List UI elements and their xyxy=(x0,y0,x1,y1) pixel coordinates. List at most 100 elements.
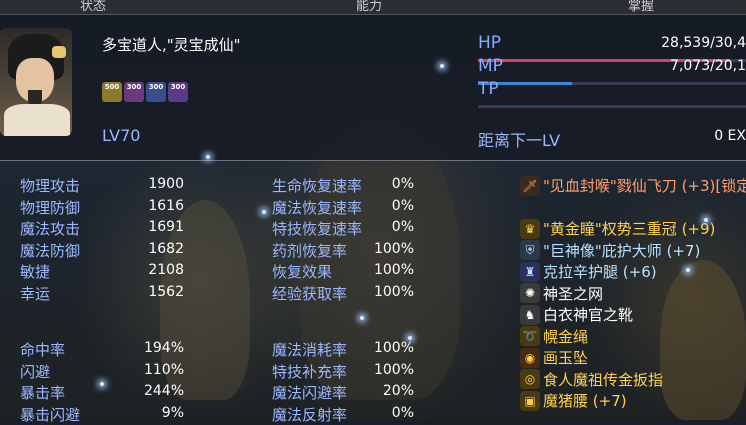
stat-label: 物理攻击 xyxy=(20,177,81,195)
stat-label: 恢复效果 xyxy=(272,263,333,281)
ring-icon: ◎ xyxy=(520,369,540,389)
stat-row: 恢复效果 100% xyxy=(272,261,414,282)
hp-label: HP xyxy=(478,33,502,53)
stat-value: 0% xyxy=(391,404,414,421)
stat-value: 244% xyxy=(143,383,184,399)
character-name: 多宝道人,"灵宝成仙" xyxy=(102,36,241,54)
sparkle xyxy=(440,64,444,68)
stat-value: 1900 xyxy=(148,176,184,192)
stat-label: 闪避 xyxy=(20,362,51,381)
equipment-slot[interactable]: ✺ 神圣之网 xyxy=(520,283,603,304)
dagger-icon: 🗡 xyxy=(520,175,540,196)
stat-label: 魔法消耗率 xyxy=(272,341,348,359)
net-icon: ✺ xyxy=(520,283,540,303)
equipment-name: "巨神像"庇护大师 (+7) xyxy=(543,241,701,260)
stat-value: 1562 xyxy=(148,283,184,300)
exp-label: 距离下一LV xyxy=(478,131,561,150)
stat-label: 命中率 xyxy=(20,341,66,359)
stat-row: 特技恢复速率 0% xyxy=(272,218,414,239)
stat-row: 暴击率 244% xyxy=(20,382,184,403)
stat-label: 暴击闪避 xyxy=(20,405,81,424)
stat-label: 魔法防御 xyxy=(20,241,81,260)
buff-icon[interactable]: 500 xyxy=(102,82,122,102)
equipment-name: "见血封喉"戮仙飞刀 (+3)[锁定] xyxy=(543,177,746,195)
sparkle xyxy=(206,155,210,159)
stat-label: 特技恢复速率 xyxy=(272,220,363,238)
stat-label: 幸运 xyxy=(20,284,51,303)
tab-status[interactable]: 状态 xyxy=(80,0,106,14)
pendant-icon: ◉ xyxy=(520,347,540,368)
stat-value: 100% xyxy=(373,340,414,356)
equipment-slot[interactable]: ♞ 白衣神官之靴 xyxy=(520,304,633,325)
stat-row: 魔法防御 1682 xyxy=(20,240,184,261)
stat-value: 1682 xyxy=(148,240,184,257)
stat-row: 闪避 110% xyxy=(20,361,184,382)
stat-row: 魔法消耗率 100% xyxy=(272,339,414,360)
equipment-name: 幌金绳 xyxy=(543,327,589,346)
equipment-name: 魔猪腰 (+7) xyxy=(543,392,627,410)
stat-value: 100% xyxy=(373,283,414,300)
stat-value: 0% xyxy=(391,197,414,214)
buff-icon[interactable]: 300 xyxy=(168,82,188,102)
stat-label: 经验获取率 xyxy=(272,284,348,303)
stat-label: 药剂恢复率 xyxy=(272,241,348,260)
stat-label: 魔法闪避率 xyxy=(272,384,348,402)
sparkle xyxy=(704,218,708,222)
stat-label: 敏捷 xyxy=(20,263,51,281)
mp-value: 7,073/20,1 xyxy=(670,58,746,74)
crown-icon: ♛ xyxy=(520,218,540,239)
equipment-name: 食人魔祖传金扳指 xyxy=(543,370,664,389)
mp-label: MP xyxy=(478,56,503,76)
stat-value: 110% xyxy=(143,361,184,378)
equipment-slot[interactable]: ⛨ "巨神像"庇护大师 (+7) xyxy=(520,240,700,261)
boots-icon: ♞ xyxy=(520,304,540,325)
equipment-slot[interactable]: ➰ 幌金绳 xyxy=(520,326,588,347)
tab-abilities[interactable]: 能力 xyxy=(356,0,382,14)
stat-value: 100% xyxy=(373,262,414,278)
stat-row: 物理防御 1616 xyxy=(20,197,184,218)
rope-icon: ➰ xyxy=(520,326,540,346)
stat-row: 生命恢复速率 0% xyxy=(272,175,414,196)
belt-icon: ▣ xyxy=(520,390,540,411)
stat-label: 魔法攻击 xyxy=(20,220,81,238)
buff-icon[interactable]: 300 xyxy=(146,82,166,102)
sparkle xyxy=(262,210,266,214)
exp-value: 0 EX xyxy=(714,128,746,144)
equipment-name: 神圣之网 xyxy=(543,284,604,303)
character-level: LV70 xyxy=(102,126,141,145)
equipment-name: 画玉坠 xyxy=(543,349,589,367)
stat-row: 特技补充率 100% xyxy=(272,361,414,382)
tp-label: TP xyxy=(478,79,499,99)
stat-value: 9% xyxy=(161,404,184,421)
buff-icon[interactable]: 300 xyxy=(124,82,144,102)
tab-bar: 状态 能力 掌握 xyxy=(0,0,746,15)
stat-label: 物理防御 xyxy=(20,198,81,217)
equipment-slot[interactable]: ♜ 克拉辛护腿 (+6) xyxy=(520,261,657,282)
sparkle xyxy=(100,382,104,386)
stat-row: 暴击闪避 9% xyxy=(20,404,184,425)
equipment-name: "黄金瞳"权势三重冠 (+9) xyxy=(543,220,716,238)
stat-value: 100% xyxy=(373,240,414,257)
stat-row: 命中率 194% xyxy=(20,339,184,360)
buff-list: 500 300 300 300 xyxy=(102,82,188,102)
stat-row: 物理攻击 1900 xyxy=(20,175,184,196)
greaves-icon: ♜ xyxy=(520,261,540,282)
sparkle xyxy=(686,268,690,272)
equipment-slot[interactable]: ◉ 画玉坠 xyxy=(520,347,588,368)
hp-value: 28,539/30,4 xyxy=(661,35,746,51)
equipment-slot[interactable]: 🗡 "见血封喉"戮仙飞刀 (+3)[锁定] xyxy=(520,175,746,196)
stat-row: 经验获取率 100% xyxy=(272,283,414,304)
stat-value: 0% xyxy=(391,219,414,235)
equipment-slot[interactable]: ♛ "黄金瞳"权势三重冠 (+9) xyxy=(520,218,715,239)
equipment-slot[interactable]: ▣ 魔猪腰 (+7) xyxy=(520,390,627,411)
stat-value: 194% xyxy=(143,340,184,356)
tab-mastery[interactable]: 掌握 xyxy=(628,0,654,14)
stat-value: 0% xyxy=(391,176,414,192)
sparkle xyxy=(408,336,412,340)
stat-row: 魔法反射率 0% xyxy=(272,404,414,425)
stat-row: 魔法闪避率 20% xyxy=(272,382,414,403)
stat-row: 敏捷 2108 xyxy=(20,261,184,282)
equipment-name: 白衣神官之靴 xyxy=(543,306,634,324)
sparkle xyxy=(360,316,364,320)
equipment-slot[interactable]: ◎ 食人魔祖传金扳指 xyxy=(520,369,663,390)
